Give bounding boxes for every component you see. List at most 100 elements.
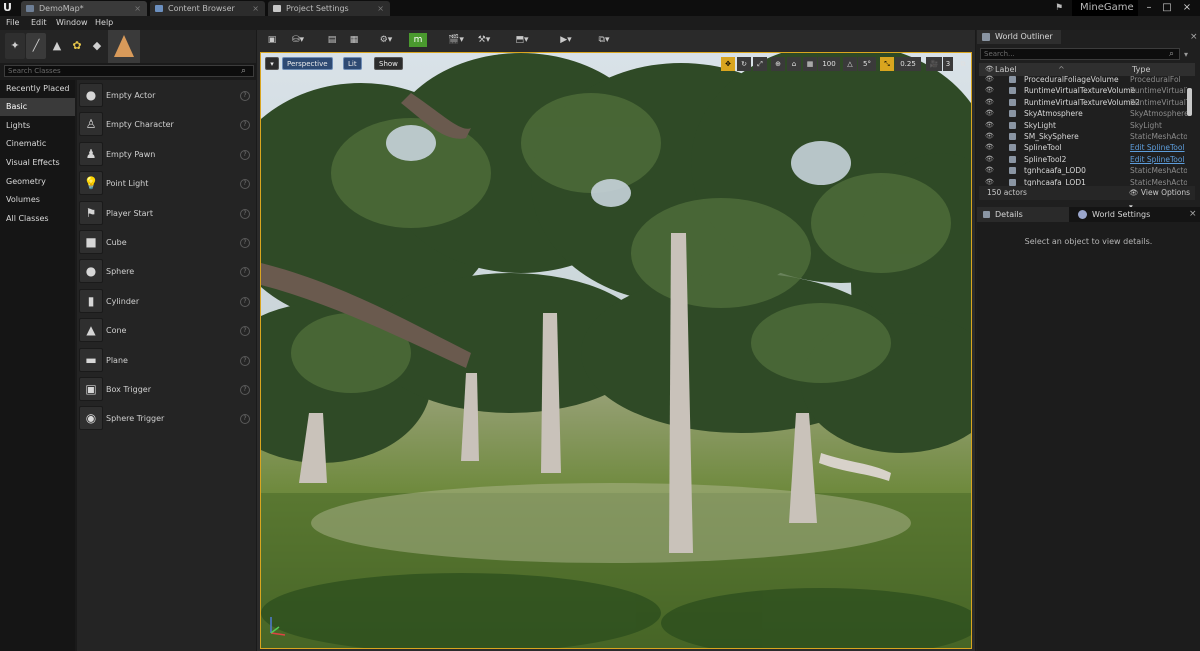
category-volumes[interactable]: Volumes — [0, 191, 75, 209]
visibility-icon[interactable]: 👁 — [985, 144, 994, 151]
visibility-icon[interactable]: 👁 — [985, 110, 994, 117]
outliner-row[interactable]: 👁 ProceduralFoliageVolume ProceduralFol — [979, 74, 1187, 85]
help-icon[interactable]: ? — [240, 91, 250, 101]
actor-item[interactable]: ♙ Empty Character? — [77, 110, 256, 139]
actor-item[interactable]: ▮ Cylinder? — [77, 287, 256, 316]
visibility-icon[interactable]: 👁 — [985, 133, 994, 140]
help-icon[interactable]: ? — [240, 414, 250, 425]
visibility-icon[interactable]: 👁 — [985, 167, 994, 174]
place-mode-icon[interactable]: ✦ — [5, 33, 25, 59]
feedback-icon[interactable]: ⚑ — [1055, 2, 1067, 14]
cinematics-icon[interactable]: 🎬▾ — [443, 33, 469, 47]
camera-speed-value[interactable]: 3 — [943, 57, 953, 71]
visibility-icon[interactable]: 👁 — [985, 98, 994, 105]
compile-icon[interactable]: ⬒▾ — [509, 33, 535, 47]
close-icon[interactable]: × — [252, 1, 259, 16]
settings-icon[interactable]: ⚙▾ — [373, 33, 399, 47]
maximize-viewport-icon[interactable]: ⧉ — [957, 57, 969, 71]
menu-window[interactable]: Window — [56, 16, 88, 30]
outliner-row[interactable]: 👁 SM_SkySphere StaticMeshActor — [979, 131, 1187, 142]
outliner-row[interactable]: 👁 SplineTool Edit SplineTool — [979, 142, 1187, 153]
visibility-icon[interactable]: 👁 — [985, 155, 994, 162]
actor-item[interactable]: ◉ Sphere Trigger? — [77, 404, 256, 433]
active-mode-button[interactable] — [108, 30, 140, 63]
category-cinematic[interactable]: Cinematic — [0, 135, 75, 153]
outliner-row[interactable]: 👁 SplineTool2 Edit SplineTool — [979, 154, 1187, 165]
help-icon[interactable]: ? — [240, 179, 250, 190]
search-classes-input[interactable]: Search Classes — [4, 65, 254, 77]
help-icon[interactable]: ? — [240, 208, 250, 219]
actor-item[interactable]: ♟ Empty Pawn? — [77, 140, 256, 169]
viewport-options-icon[interactable]: ▾ — [265, 57, 279, 70]
outliner-search-input[interactable]: Search... — [980, 48, 1180, 60]
tab-project-settings[interactable]: Project Settings × — [268, 1, 390, 16]
maximize-icon[interactable]: □ — [1160, 1, 1174, 14]
outliner-row[interactable]: 👁 SkyAtmosphere SkyAtmosphere — [979, 108, 1187, 119]
actor-item[interactable]: ▣ Box Trigger? — [77, 375, 256, 404]
help-icon[interactable]: ? — [240, 149, 250, 160]
perspective-button[interactable]: Perspective — [282, 57, 333, 70]
menu-edit[interactable]: Edit — [31, 16, 47, 30]
menu-file[interactable]: File — [6, 16, 19, 30]
category-basic[interactable]: Basic — [0, 98, 75, 116]
visibility-icon[interactable]: 👁 — [985, 87, 994, 94]
actor-item[interactable]: ▲ Cone? — [77, 316, 256, 345]
marketplace-icon[interactable]: ▦ — [341, 33, 367, 47]
surface-snap-icon[interactable]: ⌂ — [787, 57, 801, 71]
close-icon[interactable]: × — [377, 1, 384, 16]
camera-speed-icon[interactable]: 🎥 — [926, 57, 942, 71]
actor-item[interactable]: ● Empty Actor? — [77, 81, 256, 110]
build-icon[interactable]: ⚒▾ — [471, 33, 497, 47]
show-button[interactable]: Show — [374, 57, 403, 70]
outliner-row[interactable]: 👁 SkyLight SkyLight — [979, 120, 1187, 131]
actor-item[interactable]: ▬ Plane? — [77, 346, 256, 375]
actor-item[interactable]: ⚑ Player Start? — [77, 199, 256, 228]
actor-item[interactable]: ● Sphere? — [77, 257, 256, 286]
translate-icon[interactable]: ✥ — [721, 57, 735, 71]
edit-blueprint-link[interactable]: Edit SplineTool — [1130, 142, 1187, 153]
scale-icon[interactable]: ⤢ — [753, 57, 767, 71]
help-icon[interactable]: ? — [240, 385, 250, 395]
rotation-snap-icon[interactable]: △ — [843, 57, 857, 71]
minimize-icon[interactable]: – — [1142, 1, 1156, 14]
tab-details[interactable]: Details — [977, 207, 1069, 222]
outliner-row[interactable]: 👁 RuntimeVirtualTextureVolume2 RuntimeVirt… — [979, 97, 1187, 108]
actor-item[interactable]: 💡 Point Light? — [77, 169, 256, 198]
close-icon[interactable]: × — [1189, 209, 1197, 219]
actor-item[interactable]: ■ Cube? — [77, 228, 256, 257]
launch-icon[interactable]: ⧉▾ — [591, 33, 617, 47]
help-icon[interactable]: ? — [240, 355, 250, 366]
play-icon[interactable]: ▶▾ — [553, 33, 579, 47]
help-icon[interactable]: ? — [240, 326, 250, 337]
search-icon[interactable]: ⌕ — [241, 65, 253, 77]
help-icon[interactable]: ? — [240, 238, 250, 248]
category-recently-placed[interactable]: Recently Placed — [0, 80, 75, 98]
source-control-icon[interactable]: ⛁▾ — [285, 33, 311, 47]
help-icon[interactable]: ? — [240, 296, 250, 307]
category-geometry[interactable]: Geometry — [0, 173, 75, 191]
category-lights[interactable]: Lights — [0, 117, 75, 135]
scale-snap-value[interactable]: 0.25 — [895, 57, 921, 71]
category-visual-effects[interactable]: Visual Effects — [0, 154, 75, 172]
grid-snap-icon[interactable]: ▦ — [803, 57, 817, 71]
visibility-icon[interactable]: 👁 — [985, 76, 994, 83]
world-outliner-tab[interactable]: World Outliner — [977, 30, 1061, 44]
menu-help[interactable]: Help — [95, 16, 113, 30]
close-icon[interactable]: × — [1190, 31, 1198, 43]
tab-demomap[interactable]: DemoMap* × — [21, 1, 147, 16]
tab-world-settings[interactable]: World Settings — [1074, 207, 1174, 222]
save-icon[interactable]: ▣ — [259, 33, 285, 47]
level-viewport[interactable]: ▾ Perspective Lit Show ✥ ↻ ⤢ ⊕ ⌂ ▦ 100 △… — [260, 52, 972, 649]
close-window-icon[interactable]: × — [1180, 1, 1194, 14]
geometry-mode-icon[interactable]: ◆ — [87, 33, 107, 59]
scale-snap-icon[interactable]: ⤡ — [880, 57, 894, 71]
visibility-icon[interactable]: 👁 — [985, 178, 994, 185]
visibility-icon[interactable]: 👁 — [985, 121, 994, 128]
close-icon[interactable]: × — [134, 1, 141, 16]
help-icon[interactable]: ? — [240, 120, 250, 131]
paint-mode-icon[interactable]: ╱ — [26, 33, 46, 59]
grid-snap-value[interactable]: 100 — [818, 57, 840, 71]
tab-content-browser[interactable]: Content Browser × — [150, 1, 265, 16]
help-icon[interactable]: ? — [240, 267, 250, 278]
outliner-row[interactable]: 👁 tgnhcaafa_LOD0 StaticMeshActor — [979, 165, 1187, 176]
